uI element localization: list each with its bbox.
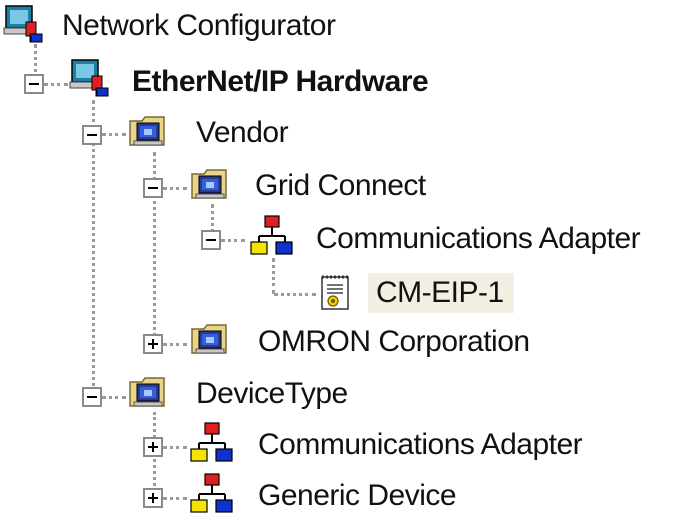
expand-toggle[interactable] <box>143 437 163 457</box>
collapse-toggle[interactable] <box>82 125 102 145</box>
tree-line <box>102 133 126 136</box>
tree-line <box>92 100 95 400</box>
tree-node-label-selected: CM-EIP-1 <box>368 273 514 313</box>
collapse-toggle[interactable] <box>24 74 44 94</box>
hardware-tree: Network Configurator EtherNet/IP Hardwar… <box>0 0 700 521</box>
device-network-icon <box>190 421 234 465</box>
tree-node-label: DeviceType <box>196 377 348 410</box>
tree-line <box>163 187 187 190</box>
tree-line <box>163 343 187 346</box>
tree-node-label: Network Configurator <box>62 9 336 42</box>
tree-node-label: EtherNet/IP Hardware <box>132 65 429 98</box>
tree-line <box>102 396 126 399</box>
tree-node-label: Communications Adapter <box>316 222 641 255</box>
tree-node-label: OMRON Corporation <box>258 325 530 358</box>
expand-toggle[interactable] <box>143 488 163 508</box>
collapse-toggle[interactable] <box>82 387 102 407</box>
tree-node-label: Grid Connect <box>255 169 426 202</box>
tree-line <box>221 239 245 242</box>
tree-node-label: Communications Adapter <box>258 428 583 461</box>
folder-icon <box>190 164 230 204</box>
network-configurator-icon <box>2 2 46 46</box>
tree-line <box>44 83 68 86</box>
expand-toggle[interactable] <box>143 334 163 354</box>
tree-line <box>163 446 187 449</box>
folder-icon <box>128 111 168 151</box>
eds-file-icon <box>318 273 354 313</box>
tree-line <box>272 258 275 294</box>
folder-icon <box>128 372 168 412</box>
tree-node-label: Generic Device <box>258 479 457 512</box>
tree-line <box>274 293 316 296</box>
folder-icon <box>190 319 230 359</box>
tree-node-label: Vendor <box>196 116 289 149</box>
collapse-toggle[interactable] <box>143 178 163 198</box>
tree-line <box>163 497 187 500</box>
device-network-icon <box>190 472 234 516</box>
network-configurator-icon <box>68 56 112 100</box>
device-network-icon <box>250 214 294 258</box>
collapse-toggle[interactable] <box>201 230 221 250</box>
